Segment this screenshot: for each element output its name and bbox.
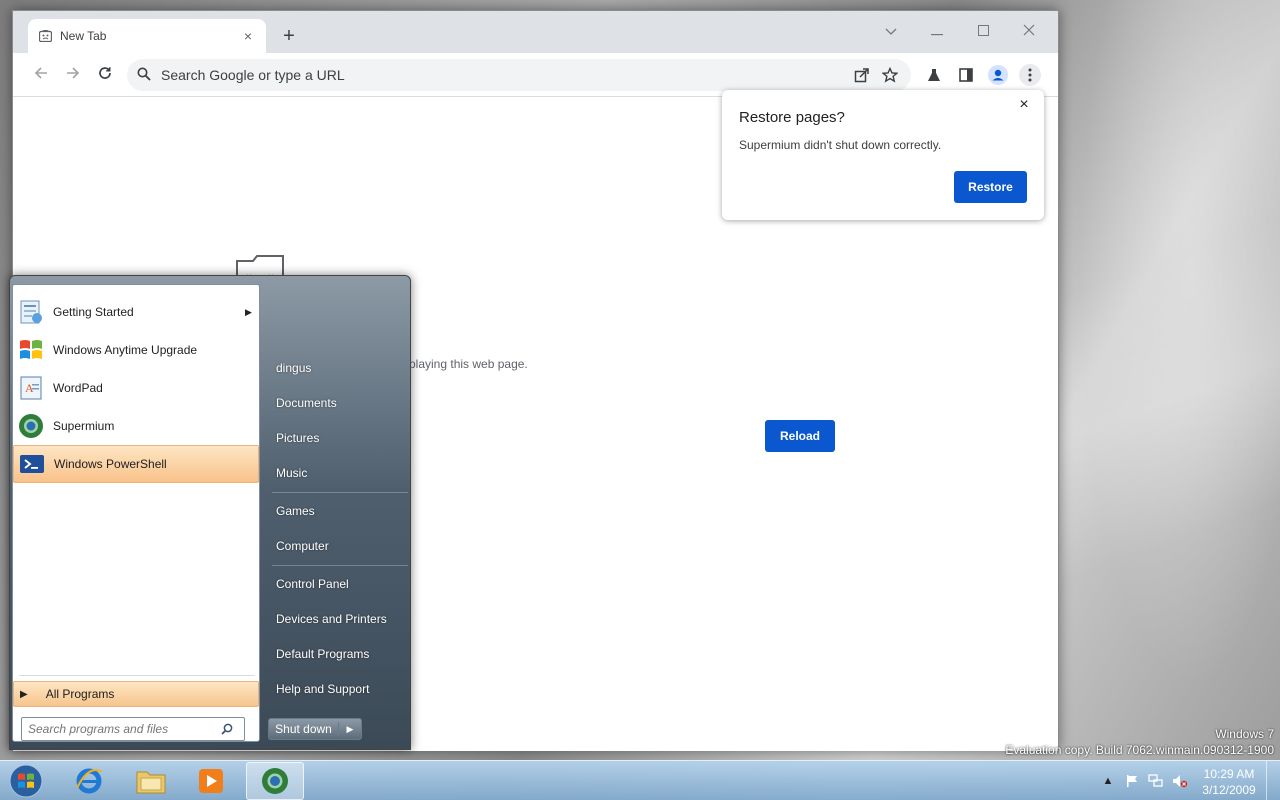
all-programs-arrow-icon: ▶ — [20, 688, 28, 700]
clock-date: 3/12/2009 — [1202, 783, 1256, 797]
program-windows-anytime-upgrade[interactable]: Windows Anytime Upgrade — [13, 331, 259, 369]
wordpad-icon: A — [15, 372, 47, 404]
start-documents[interactable]: Documents — [276, 396, 337, 410]
start-search-input[interactable] — [28, 722, 218, 736]
submenu-arrow-icon: ▶ — [245, 306, 252, 317]
dialog-close-icon[interactable]: × — [1014, 96, 1034, 114]
start-music[interactable]: Music — [276, 466, 307, 480]
program-label: WordPad — [53, 381, 103, 395]
start-help-and-support[interactable]: Help and Support — [276, 682, 369, 696]
desktop-light — [1060, 0, 1280, 760]
side-panel-icon[interactable] — [955, 64, 977, 86]
getting-started-icon — [15, 296, 47, 328]
restore-pages-dialog: Restore pages? Supermium didn't shut dow… — [722, 90, 1044, 220]
start-games[interactable]: Games — [276, 504, 315, 518]
start-orb-button[interactable] — [4, 761, 48, 800]
show-desktop-button[interactable] — [1266, 761, 1280, 800]
start-search-box[interactable] — [21, 717, 245, 741]
shutdown-options-arrow-icon[interactable]: ▶ — [339, 724, 361, 735]
back-icon[interactable] — [29, 63, 53, 87]
taskbar-supermium-icon[interactable] — [246, 762, 304, 800]
program-getting-started[interactable]: Getting Started ▶ — [13, 293, 259, 331]
start-user-dingus[interactable]: dingus — [276, 361, 311, 375]
close-window-button[interactable] — [1006, 17, 1052, 45]
program-label: Windows Anytime Upgrade — [53, 343, 198, 357]
start-pictures[interactable]: Pictures — [276, 431, 319, 445]
tab-title: New Tab — [60, 29, 107, 43]
new-tab-button[interactable]: + — [277, 25, 301, 49]
error-message: playing this web page. — [409, 357, 528, 371]
taskbar-explorer-folder-icon[interactable] — [122, 762, 180, 800]
start-devices-and-printers[interactable]: Devices and Printers — [276, 612, 387, 626]
maximize-button[interactable] — [960, 17, 1006, 45]
start-control-panel[interactable]: Control Panel — [276, 577, 349, 591]
network-icon[interactable] — [1144, 771, 1168, 791]
start-menu-programs-pane: Getting Started ▶ Windows Anytime Upgrad… — [12, 284, 260, 742]
watermark-line2: Evaluation copy. Build 7062.winmain.0903… — [1005, 743, 1274, 757]
show-hidden-icons-icon[interactable]: ▲ — [1096, 771, 1120, 791]
tab-close-icon[interactable]: × — [240, 28, 256, 44]
restore-button[interactable]: Restore — [954, 171, 1027, 203]
shutdown-button[interactable]: Shut down — [269, 722, 339, 736]
program-label: Getting Started — [53, 305, 134, 319]
right-pane-separator — [272, 565, 408, 566]
menu-dots-icon[interactable] — [1019, 64, 1041, 86]
program-supermium[interactable]: Supermium — [13, 407, 259, 445]
program-label: Supermium — [53, 419, 115, 433]
forward-icon[interactable] — [61, 63, 85, 87]
sad-tab-icon — [38, 29, 52, 43]
all-programs-button[interactable]: ▶ All Programs — [13, 681, 259, 707]
labs-flask-icon[interactable] — [923, 64, 945, 86]
omnibox-placeholder: Search Google or type a URL — [161, 67, 345, 83]
taskbar-internet-explorer-icon[interactable] — [60, 762, 118, 800]
start-menu: Getting Started ▶ Windows Anytime Upgrad… — [9, 275, 411, 750]
shutdown-button-group: Shut down ▶ — [268, 718, 362, 740]
share-icon[interactable] — [851, 64, 873, 86]
windows-watermark: Windows 7 Evaluation copy. Build 7062.wi… — [1005, 726, 1274, 758]
taskbar: ▲ 10:29 AM 3/12/2009 — [0, 760, 1280, 800]
bookmark-star-icon[interactable] — [879, 64, 901, 86]
desktop-light-streak — [1060, 200, 1280, 600]
start-computer[interactable]: Computer — [276, 539, 329, 553]
volume-muted-icon[interactable] — [1168, 771, 1192, 791]
program-label: Windows PowerShell — [54, 457, 167, 471]
right-pane-separator — [272, 492, 408, 493]
dialog-message: Supermium didn't shut down correctly. — [739, 138, 942, 152]
system-tray: ▲ — [1096, 761, 1192, 800]
watermark-line1: Windows 7 — [1215, 727, 1274, 741]
tab-search-icon[interactable] — [868, 17, 914, 45]
start-default-programs[interactable]: Default Programs — [276, 647, 369, 661]
profile-avatar-icon[interactable] — [987, 64, 1009, 86]
programs-separator — [19, 675, 255, 676]
powershell-icon — [16, 448, 48, 480]
supermium-icon — [15, 410, 47, 442]
action-center-flag-icon[interactable] — [1120, 771, 1144, 791]
tab-new-tab[interactable]: New Tab × — [28, 19, 266, 53]
tab-strip: New Tab × + — [13, 11, 1058, 53]
dialog-title: Restore pages? — [739, 109, 845, 126]
minimize-button[interactable] — [914, 17, 960, 45]
taskbar-media-player-icon[interactable] — [182, 762, 240, 800]
clock-time: 10:29 AM — [1203, 767, 1255, 781]
program-wordpad[interactable]: A WordPad — [13, 369, 259, 407]
windows-flag-icon — [15, 334, 47, 366]
all-programs-label: All Programs — [45, 687, 115, 701]
taskbar-clock[interactable]: 10:29 AM 3/12/2009 — [1196, 766, 1262, 798]
search-icon[interactable] — [218, 720, 236, 738]
reload-button[interactable]: Reload — [765, 420, 835, 452]
omnibox[interactable]: Search Google or type a URL — [127, 59, 911, 91]
program-windows-powershell[interactable]: Windows PowerShell — [13, 445, 259, 483]
reload-icon[interactable] — [93, 63, 117, 87]
search-icon — [137, 67, 151, 84]
